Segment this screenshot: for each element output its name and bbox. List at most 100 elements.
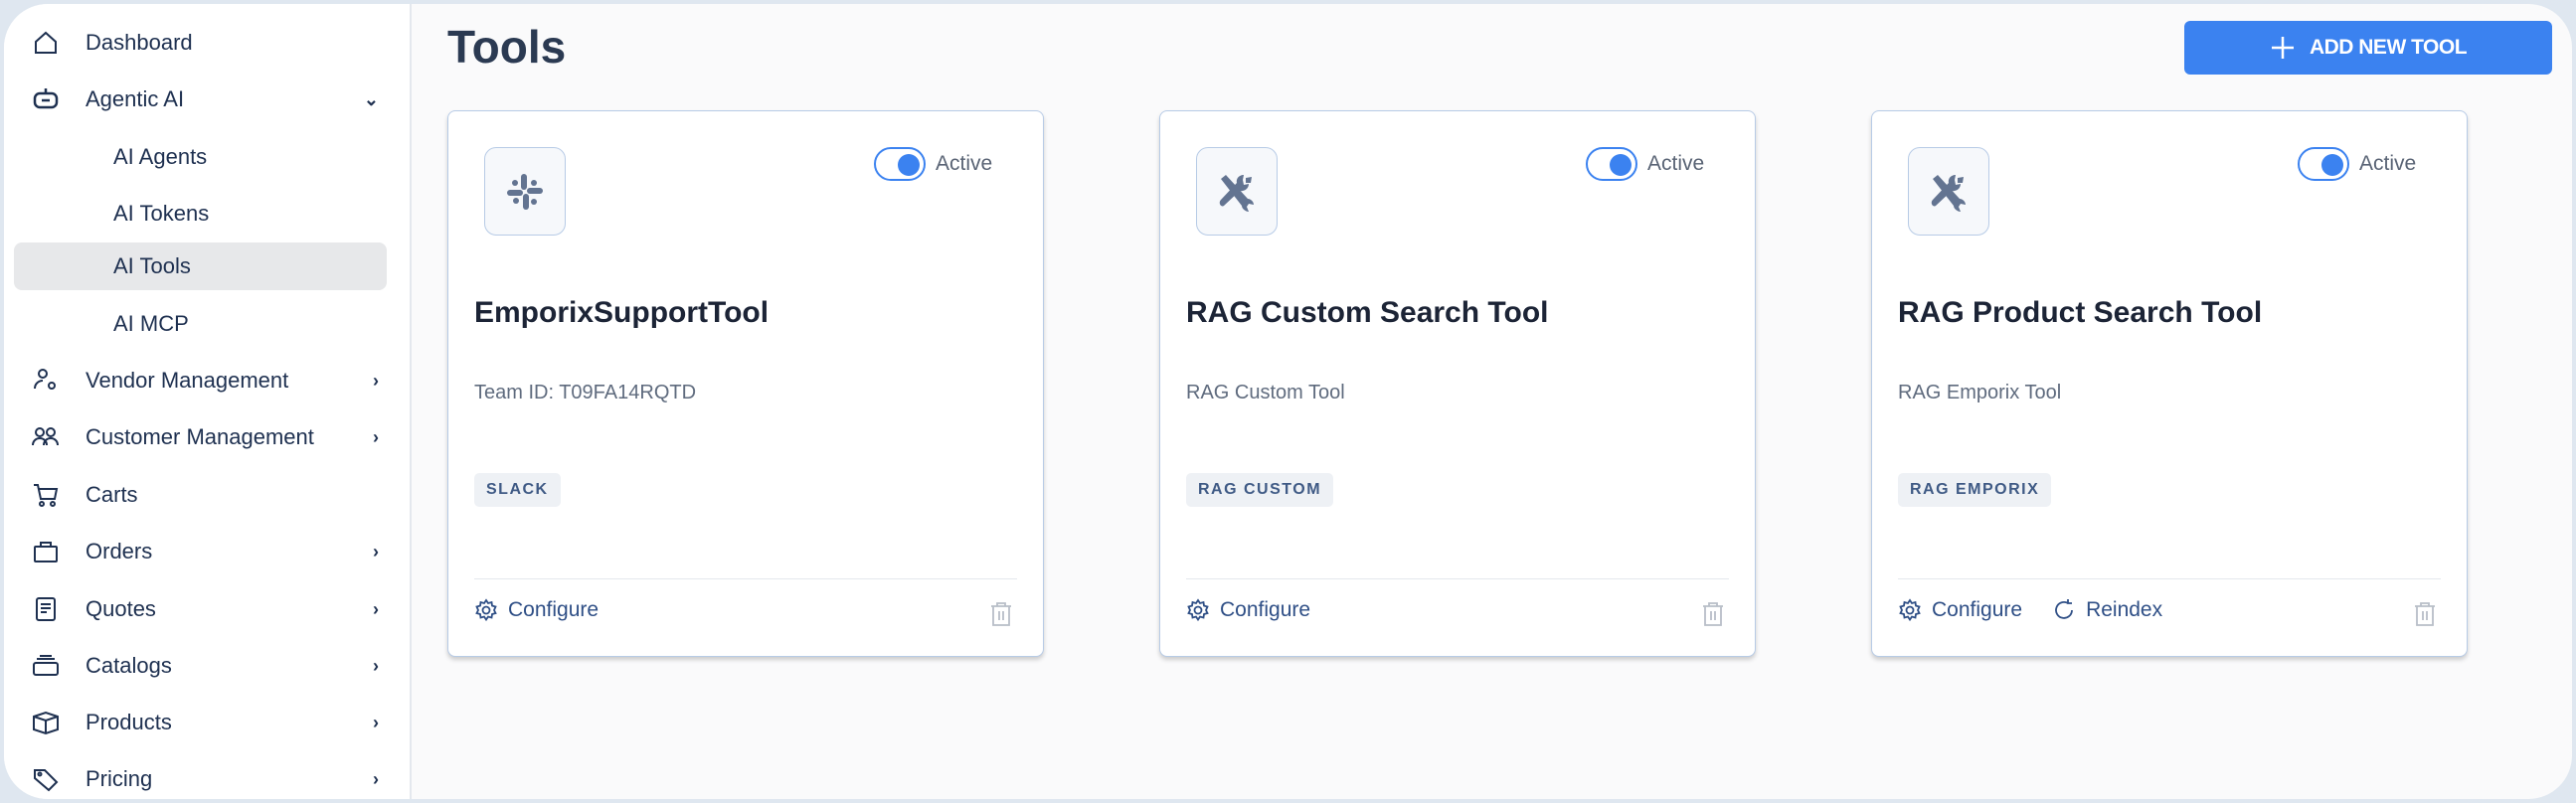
divider — [1898, 578, 2441, 579]
home-icon — [35, 31, 57, 54]
page-title: Tools — [447, 21, 567, 73]
sidebar-item-label: Carts — [86, 482, 138, 507]
tool-description: RAG Custom Tool — [1186, 382, 1345, 403]
sidebar-item-carts[interactable]: Carts — [14, 471, 387, 519]
configure-label: Configure — [508, 598, 600, 621]
trash-icon[interactable] — [2413, 600, 2437, 628]
sidebar-item-catalogs[interactable]: Catalogs › — [14, 642, 387, 690]
configure-button[interactable]: Configure — [1898, 598, 2022, 622]
sidebar-item-ai-tokens[interactable]: AI Tokens — [14, 190, 387, 238]
document-icon — [36, 597, 56, 621]
chevron-right-icon: › — [373, 370, 379, 391]
reindex-button[interactable]: Reindex — [2052, 598, 2162, 622]
app-frame: Dashboard Agentic AI ⌄ AI Agents AI Toke… — [4, 4, 2572, 799]
configure-button[interactable]: Configure — [1186, 598, 1310, 622]
divider — [474, 578, 1017, 579]
sidebar-item-label: AI Tools — [113, 253, 191, 278]
sidebar-item-label: AI MCP — [113, 311, 189, 336]
tools-icon — [1931, 174, 1966, 212]
chevron-right-icon: › — [373, 768, 379, 789]
divider — [1186, 578, 1729, 579]
toggle-knob — [1610, 154, 1631, 176]
sidebar-item-label: Orders — [86, 539, 153, 563]
sidebar-item-label: Customer Management — [86, 424, 314, 449]
tool-description: Team ID: T09FA14RQTD — [474, 382, 697, 403]
sidebar-item-ai-agents[interactable]: AI Agents — [14, 133, 387, 181]
sidebar-item-quotes[interactable]: Quotes › — [14, 585, 387, 633]
slack-icon — [507, 173, 543, 210]
tool-type-badge: SLACK — [474, 473, 561, 507]
toggle-knob — [898, 154, 920, 176]
sidebar-item-label: AI Agents — [113, 144, 208, 169]
cart-icon — [34, 484, 59, 507]
active-toggle[interactable] — [1586, 147, 1637, 181]
card-footer: Configure — [474, 598, 599, 622]
status-label: Active — [936, 152, 993, 175]
sidebar-item-orders[interactable]: Orders › — [14, 528, 387, 575]
card-footer: Configure — [1186, 598, 1310, 622]
main-content: Tools ADD NEW TOOL Active EmporixSupport… — [414, 4, 2572, 799]
tool-card: Active EmporixSupportTool Team ID: T09FA… — [447, 110, 1044, 657]
tools-icon — [1219, 174, 1254, 212]
tool-card: Active RAG Product Search Tool RAG Empor… — [1871, 110, 2468, 657]
add-new-tool-button[interactable]: ADD NEW TOOL — [2184, 21, 2552, 75]
sidebar-item-label: Quotes — [86, 596, 156, 621]
robot-icon — [33, 88, 59, 109]
sidebar-item-ai-mcp[interactable]: AI MCP — [14, 300, 387, 348]
configure-button[interactable]: Configure — [474, 598, 599, 622]
card-footer: Configure Reindex — [1898, 598, 2162, 622]
chevron-right-icon: › — [373, 655, 379, 676]
tool-icon-box — [484, 147, 566, 236]
sidebar-item-ai-tools[interactable]: AI Tools — [14, 242, 387, 290]
sidebar: Dashboard Agentic AI ⌄ AI Agents AI Toke… — [4, 4, 412, 799]
tool-title: EmporixSupportTool — [474, 296, 770, 329]
sidebar-item-dashboard[interactable]: Dashboard — [14, 19, 387, 67]
toggle-knob — [2321, 154, 2343, 176]
tool-card: Active RAG Custom Search Tool RAG Custom… — [1159, 110, 1756, 657]
sidebar-item-label: Pricing — [86, 766, 153, 791]
sidebar-item-label: Catalogs — [86, 653, 172, 678]
chevron-down-icon: ⌄ — [363, 88, 379, 109]
chevron-right-icon: › — [373, 712, 379, 732]
gear-icon — [475, 598, 497, 622]
configure-label: Configure — [1932, 598, 2023, 621]
active-toggle[interactable] — [874, 147, 926, 181]
bag-icon — [34, 542, 58, 562]
sidebar-item-label: AI Tokens — [113, 201, 210, 226]
customers-icon — [32, 427, 59, 446]
trash-icon[interactable] — [989, 600, 1013, 628]
catalog-icon — [33, 655, 59, 676]
status-label: Active — [2359, 152, 2417, 175]
tool-type-badge: RAG CUSTOM — [1186, 473, 1334, 507]
sidebar-item-label: Vendor Management — [86, 368, 289, 393]
tool-description: RAG Emporix Tool — [1898, 382, 2062, 403]
chevron-right-icon: › — [373, 598, 379, 619]
sidebar-item-label: Products — [86, 710, 172, 734]
sidebar-item-customer-management[interactable]: Customer Management › — [14, 413, 387, 461]
sidebar-item-label: Dashboard — [86, 30, 193, 55]
trash-icon[interactable] — [1701, 600, 1725, 628]
box-icon — [33, 711, 59, 735]
tool-type-badge: RAG EMPORIX — [1898, 473, 2052, 507]
tag-icon — [34, 769, 59, 792]
gear-icon — [1187, 598, 1209, 622]
sidebar-item-products[interactable]: Products › — [14, 699, 387, 746]
tool-title: RAG Custom Search Tool — [1186, 296, 1549, 329]
active-toggle[interactable] — [2298, 147, 2349, 181]
refresh-icon — [2055, 599, 2073, 619]
sidebar-item-vendor-management[interactable]: Vendor Management › — [14, 357, 387, 404]
plus-icon — [2271, 37, 2294, 59]
add-new-tool-label: ADD NEW TOOL — [2309, 36, 2468, 59]
chevron-right-icon: › — [373, 541, 379, 562]
vendor-icon — [34, 369, 56, 390]
sidebar-item-label: Agentic AI — [86, 86, 185, 111]
tool-icon-box — [1908, 147, 1989, 236]
tool-icon-box — [1196, 147, 1278, 236]
status-label: Active — [1647, 152, 1705, 175]
sidebar-item-agentic-ai[interactable]: Agentic AI ⌄ — [14, 76, 387, 123]
chevron-right-icon: › — [373, 426, 379, 447]
gear-icon — [1899, 598, 1921, 622]
tool-title: RAG Product Search Tool — [1898, 296, 2263, 329]
reindex-label: Reindex — [2086, 598, 2163, 621]
sidebar-item-pricing[interactable]: Pricing › — [14, 755, 387, 799]
